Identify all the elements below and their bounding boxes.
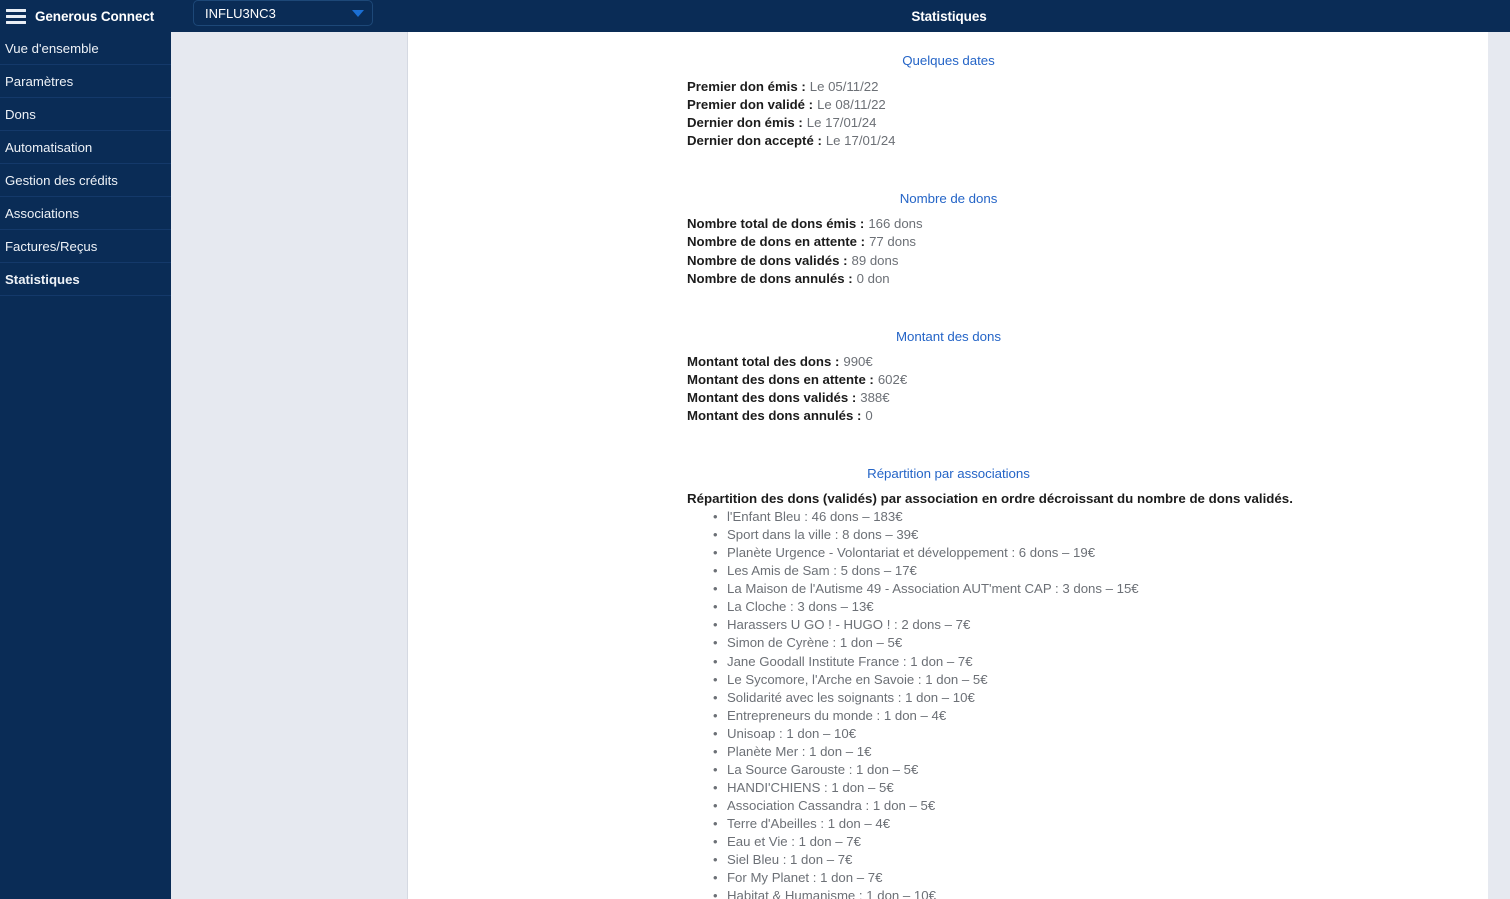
list-item: HANDI'CHIENS : 1 don – 5€ [713, 779, 1488, 797]
montant-stat-list: Montant total des dons :990€ Montant des… [409, 353, 1488, 425]
stat-row: Montant des dons validés :388€ [687, 389, 1488, 407]
list-item: Terre d'Abeilles : 1 don – 4€ [713, 815, 1488, 833]
stat-row: Premier don émis : Le 05/11/22 [687, 78, 1488, 96]
stat-label: Dernier don accepté : [687, 133, 822, 149]
section-heading-nombre-de-dons: Nombre de dons [899, 191, 998, 207]
list-item: Siel Bleu : 1 don – 7€ [713, 851, 1488, 869]
list-item: Sport dans la ville : 8 dons – 39€ [713, 526, 1488, 544]
list-item: Eau et Vie : 1 don – 7€ [713, 833, 1488, 851]
stat-label: Premier don validé : [687, 97, 814, 113]
account-select[interactable]: INFLU3NC3 [193, 0, 373, 26]
stat-value: 89 dons [851, 252, 899, 268]
app-root: Generous Connect INFLU3NC3 Statistiques … [0, 0, 1510, 899]
list-item: Entrepreneurs du monde : 1 don – 4€ [713, 707, 1488, 725]
chevron-down-icon [352, 9, 364, 17]
list-item: Les Amis de Sam : 5 dons – 17€ [713, 562, 1488, 580]
stat-value: Le 08/11/22 [817, 97, 886, 113]
stat-label: Dernier don émis : [687, 115, 803, 131]
stat-value: Le 17/01/24 [825, 133, 896, 149]
secondary-panel [171, 32, 408, 899]
stat-value: 388€ [860, 389, 890, 405]
sidebar-item-dons[interactable]: Dons [0, 98, 171, 131]
list-item: La Maison de l'Autisme 49 - Association … [713, 580, 1488, 598]
stat-value: 77 dons [869, 234, 916, 250]
sidebar-item-automatisation[interactable]: Automatisation [0, 131, 171, 164]
list-item: Habitat & Humanisme : 1 don – 10€ [713, 887, 1488, 899]
sidebar-item-label: Automatisation [5, 139, 93, 155]
sidebar-item-label: Gestion des crédits [5, 172, 118, 188]
top-bar: Generous Connect INFLU3NC3 Statistiques [0, 0, 1510, 32]
sidebar-item-label: Statistiques [5, 271, 80, 287]
statistics-content: Quelques dates Premier don émis : Le 05/1… [409, 32, 1488, 899]
list-item: Solidarité avec les soignants : 1 don – … [713, 689, 1488, 707]
sidebar-item-statistiques[interactable]: Statistiques [0, 263, 171, 296]
stat-row: Dernier don accepté : Le 17/01/24 [687, 132, 1488, 150]
stat-value: 602€ [877, 371, 908, 387]
sidebar-item-label: Associations [5, 205, 80, 221]
right-edge-strip [1488, 32, 1510, 899]
list-item: Jane Goodall Institute France : 1 don – … [713, 653, 1488, 671]
stat-value: 0 [865, 408, 873, 424]
sidebar-nav: Vue d'ensemble Paramètres Dons Automatis… [0, 32, 171, 899]
app-brand-title: Generous Connect [35, 8, 155, 24]
stat-label: Nombre de dons validés : [687, 252, 848, 268]
stat-label: Nombre de dons annulés : [687, 270, 853, 286]
list-item: Harassers U GO ! - HUGO ! : 2 dons – 7€ [713, 616, 1488, 634]
stat-row: Dernier don émis : Le 17/01/24 [687, 114, 1488, 132]
stat-label: Montant des dons en attente : [687, 371, 874, 387]
association-breakdown-list: l'Enfant Bleu : 46 dons – 183€ Sport dan… [409, 508, 1488, 899]
sidebar-item-label: Vue d'ensemble [5, 40, 99, 56]
stat-value: Le 17/01/24 [806, 115, 877, 131]
stat-label: Montant des dons validés : [687, 389, 857, 405]
list-item: l'Enfant Bleu : 46 dons – 183€ [713, 508, 1488, 526]
sidebar-item-label: Factures/Reçus [5, 238, 98, 254]
sidebar-item-label: Paramètres [5, 73, 74, 89]
hamburger-menu-icon[interactable] [6, 8, 26, 24]
stat-row: Montant des dons en attente :602€ [687, 371, 1488, 389]
stat-value: Le 05/11/22 [809, 79, 879, 94]
repartition-intro-text: Répartition des dons (validés) par assoc… [687, 491, 1293, 507]
stat-label: Montant des dons annulés : [687, 408, 862, 424]
brand-zone: Generous Connect [0, 0, 171, 32]
stat-row: Montant des dons annulés :0 [687, 407, 1488, 425]
stat-value: 0 don [856, 270, 890, 286]
list-item: Association Cassandra : 1 don – 5€ [713, 797, 1488, 815]
stat-label: Nombre total de dons émis : [687, 216, 865, 232]
sidebar-item-label: Dons [5, 106, 36, 122]
page-title: Statistiques [911, 8, 987, 24]
section-heading-montant-des-dons: Montant des dons [896, 328, 1001, 344]
nombre-stat-list: Nombre total de dons émis :166 dons Nomb… [409, 215, 1488, 287]
list-item: Le Sycomore, l'Arche en Savoie : 1 don –… [713, 671, 1488, 689]
list-item: Planète Mer : 1 don – 1€ [713, 743, 1488, 761]
stat-label: Premier don émis : [687, 79, 806, 94]
stat-label: Nombre de dons en attente : [687, 234, 866, 250]
stat-row: Nombre de dons validés :89 dons [687, 252, 1488, 270]
sidebar-item-gestion-des-credits[interactable]: Gestion des crédits [0, 164, 171, 197]
account-select-value: INFLU3NC3 [205, 5, 276, 21]
list-item: Unisoap : 1 don – 10€ [713, 725, 1488, 743]
stat-row: Premier don validé : Le 08/11/22 [687, 96, 1488, 114]
stat-row: Nombre de dons annulés :0 don [687, 270, 1488, 288]
section-heading-repartition: Répartition par associations [867, 466, 1030, 482]
dates-stat-list: Premier don émis : Le 05/11/22 Premier do… [409, 78, 1488, 150]
section-heading-dates: Quelques dates [902, 53, 995, 68]
stat-value: 990€ [843, 353, 873, 369]
sidebar-item-associations[interactable]: Associations [0, 197, 171, 230]
list-item: Simon de Cyrène : 1 don – 5€ [713, 634, 1488, 652]
sidebar-item-factures-recus[interactable]: Factures/Reçus [0, 230, 171, 263]
stat-label: Montant total des dons : [687, 353, 840, 369]
stat-row: Nombre de dons en attente :77 dons [687, 233, 1488, 251]
stat-row: Montant total des dons :990€ [687, 353, 1488, 371]
sidebar-item-parametres[interactable]: Paramètres [0, 65, 171, 98]
list-item: Planète Urgence - Volontariat et dévelop… [713, 544, 1488, 562]
list-item: La Cloche : 3 dons – 13€ [713, 598, 1488, 616]
sidebar-item-vue-densemble[interactable]: Vue d'ensemble [0, 32, 171, 65]
list-item: For My Planet : 1 don – 7€ [713, 869, 1488, 887]
stat-row: Nombre total de dons émis :166 dons [687, 215, 1488, 233]
list-item: La Source Garouste : 1 don – 5€ [713, 761, 1488, 779]
stat-value: 166 dons [868, 216, 923, 232]
